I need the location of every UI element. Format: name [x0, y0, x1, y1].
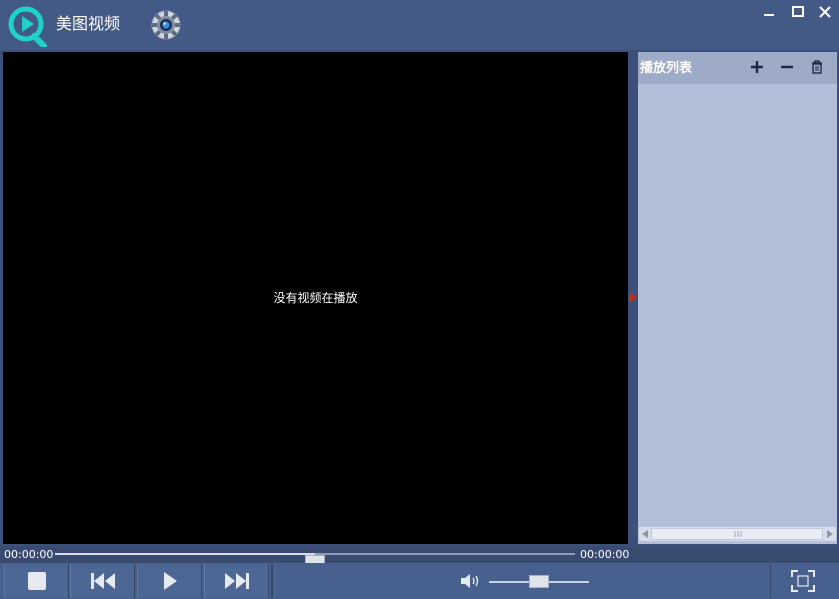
title-bar: 美图视频 [0, 0, 839, 50]
scroll-left-icon[interactable] [642, 530, 648, 538]
minimize-icon[interactable] [758, 3, 780, 21]
plus-icon[interactable] [748, 58, 766, 76]
trash-icon[interactable] [808, 58, 826, 76]
gear-icon[interactable] [150, 9, 182, 41]
close-icon[interactable] [814, 3, 836, 21]
playlist-panel: 播放列表 [638, 52, 837, 544]
speaker-icon[interactable] [459, 573, 483, 589]
playlist-header: 播放列表 [638, 52, 837, 84]
scrollbar-thumb[interactable] [651, 528, 823, 540]
skip-back-icon [90, 573, 115, 589]
previous-button[interactable] [70, 564, 135, 598]
seek-bar[interactable] [55, 553, 575, 567]
next-button[interactable] [204, 564, 269, 598]
fullscreen-icon [791, 570, 815, 592]
maximize-icon[interactable] [787, 3, 809, 21]
seek-played [55, 553, 315, 555]
playlist-horizontal-scrollbar[interactable] [638, 526, 837, 542]
fullscreen-button[interactable] [770, 564, 835, 598]
skip-forward-icon [224, 573, 249, 589]
total-time: 00:00:00 [580, 548, 630, 561]
triangle-right-icon[interactable] [629, 292, 637, 303]
video-display[interactable]: 没有视频在播放 [3, 52, 628, 544]
scroll-right-icon[interactable] [827, 530, 833, 538]
play-icon [163, 572, 177, 590]
volume-slider[interactable] [489, 575, 589, 588]
no-video-message: 没有视频在播放 [273, 291, 358, 305]
stop-icon [27, 572, 46, 590]
playlist-title: 播放列表 [640, 61, 693, 76]
app-title: 美图视频 [56, 14, 121, 33]
grip-icon [734, 531, 742, 537]
play-button[interactable] [137, 564, 202, 598]
control-bar [0, 563, 839, 599]
progress-row: 00:00:00 00:00:00 [0, 546, 839, 567]
minus-icon[interactable] [778, 58, 796, 76]
volume-thumb[interactable] [529, 575, 549, 588]
elapsed-time: 00:00:00 [4, 548, 54, 561]
stop-button[interactable] [4, 564, 69, 598]
control-divider [271, 564, 273, 598]
play-q-logo-icon [8, 6, 47, 47]
